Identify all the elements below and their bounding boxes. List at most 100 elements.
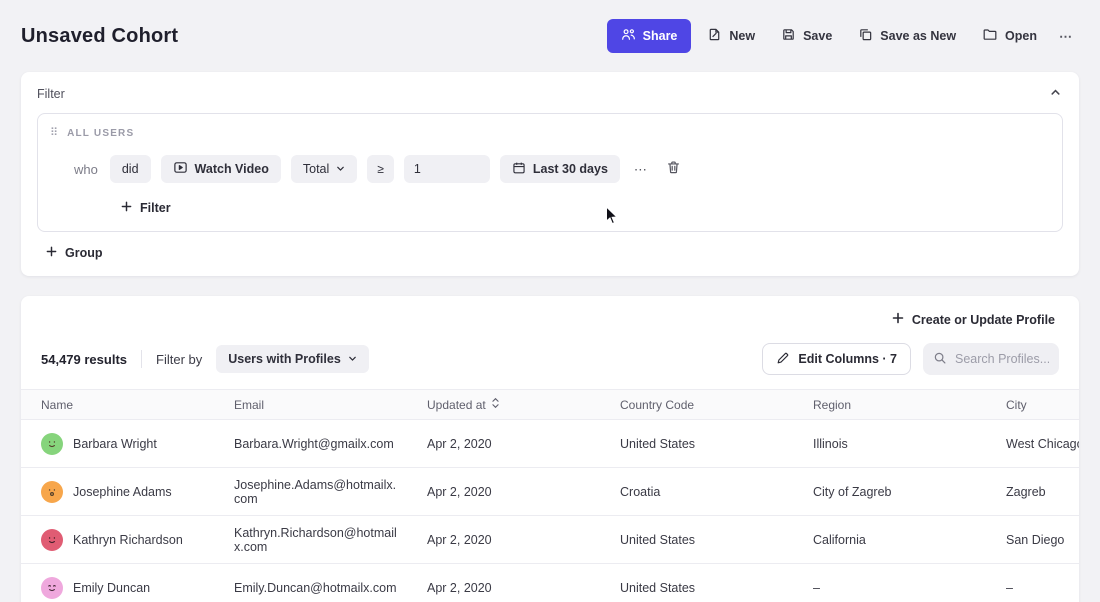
new-button[interactable]: New xyxy=(697,19,765,53)
table-header-row: Name Email Updated at Country Code Regio… xyxy=(21,390,1079,420)
avatar xyxy=(41,577,63,599)
save-button[interactable]: Save xyxy=(771,19,842,53)
add-group-button[interactable]: Group xyxy=(46,246,103,260)
profile-email: Kathryn.Richardson@hotmailx.com xyxy=(214,516,407,564)
more-icon: ⋯ xyxy=(634,163,648,176)
table-row[interactable]: Josephine Adams Josephine.Adams@hotmailx… xyxy=(21,468,1079,516)
filter-card: Filter ⠿ ALL USERS who did Watch Video xyxy=(21,72,1079,276)
add-group-label: Group xyxy=(65,246,103,260)
sort-icon xyxy=(491,397,500,412)
save-as-new-button[interactable]: Save as New xyxy=(848,19,966,53)
controls-right: Edit Columns · 7 xyxy=(762,343,1059,375)
profile-city: West Chicago xyxy=(986,420,1079,468)
event-label: Watch Video xyxy=(195,162,269,176)
search-box xyxy=(923,343,1059,375)
date-range-selector[interactable]: Last 30 days xyxy=(500,155,620,183)
who-label: who xyxy=(74,162,98,177)
plus-icon xyxy=(46,246,57,260)
calendar-icon xyxy=(512,161,526,178)
results-count: 54,479 results xyxy=(41,352,127,367)
profiles-table: Name Email Updated at Country Code Regio… xyxy=(21,389,1079,602)
more-icon: ⋯ xyxy=(1059,30,1073,43)
copy-icon xyxy=(858,27,873,45)
aggregation-label: Total xyxy=(303,162,329,176)
folder-icon xyxy=(982,27,998,45)
open-label: Open xyxy=(1005,29,1037,43)
profile-country-code: United States xyxy=(600,564,793,602)
table-row[interactable]: Emily Duncan Emily.Duncan@hotmailx.com A… xyxy=(21,564,1079,602)
open-button[interactable]: Open xyxy=(972,19,1047,53)
column-header-email[interactable]: Email xyxy=(214,390,407,420)
profile-email: Barbara.Wright@gmailx.com xyxy=(214,420,407,468)
profile-region: Illinois xyxy=(793,420,986,468)
profile-email: Josephine.Adams@hotmailx.com xyxy=(214,468,407,516)
profile-name: Emily Duncan xyxy=(73,581,150,595)
profile-country-code: United States xyxy=(600,420,793,468)
profile-city: Zagreb xyxy=(986,468,1079,516)
profile-region: California xyxy=(793,516,986,564)
operator-label: ≥ xyxy=(377,162,384,176)
chevron-down-icon xyxy=(336,162,345,176)
profile-name: Barbara Wright xyxy=(73,437,157,451)
chevron-down-icon xyxy=(348,352,357,366)
profile-updated-at: Apr 2, 2020 xyxy=(407,468,600,516)
filter-card-header: Filter xyxy=(21,72,1079,111)
save-icon xyxy=(781,27,796,45)
share-label: Share xyxy=(643,29,678,43)
column-header-country-code[interactable]: Country Code xyxy=(600,390,793,420)
search-icon xyxy=(933,351,947,370)
profile-name: Josephine Adams xyxy=(73,485,172,499)
video-icon xyxy=(173,160,188,178)
profile-region: City of Zagreb xyxy=(793,468,986,516)
table-row[interactable]: Kathryn Richardson Kathryn.Richardson@ho… xyxy=(21,516,1079,564)
share-button[interactable]: Share xyxy=(607,19,692,53)
date-range-label: Last 30 days xyxy=(533,162,608,176)
aggregation-selector[interactable]: Total xyxy=(291,155,357,183)
add-group-row: Group xyxy=(21,232,1079,276)
filter-card-title: Filter xyxy=(37,87,65,101)
save-as-new-label: Save as New xyxy=(880,29,956,43)
new-document-icon xyxy=(707,27,722,45)
avatar xyxy=(41,529,63,551)
profile-region: – xyxy=(793,564,986,602)
table-controls-row: 54,479 results Filter by Users with Prof… xyxy=(21,333,1079,389)
threshold-input[interactable] xyxy=(404,155,490,183)
collapse-filter-button[interactable] xyxy=(1048,84,1063,103)
table-row[interactable]: Barbara Wright Barbara.Wright@gmailx.com… xyxy=(21,420,1079,468)
toolbar: Share New Save Save as New Open ⋯ xyxy=(607,19,1079,53)
profile-country-code: Croatia xyxy=(600,468,793,516)
profile-country-code: United States xyxy=(600,516,793,564)
did-selector[interactable]: did xyxy=(110,155,151,183)
delete-condition-button[interactable] xyxy=(662,156,685,182)
edit-columns-button[interactable]: Edit Columns · 7 xyxy=(762,343,911,375)
condition-more-button[interactable]: ⋯ xyxy=(630,159,652,180)
filter-group-box: ⠿ ALL USERS who did Watch Video Total ≥ xyxy=(37,113,1063,232)
pencil-icon xyxy=(776,351,790,368)
profile-name: Kathryn Richardson xyxy=(73,533,183,547)
top-bar: Unsaved Cohort Share New Save Save as Ne… xyxy=(0,0,1100,56)
toolbar-more-button[interactable]: ⋯ xyxy=(1053,22,1079,51)
drag-handle-icon[interactable]: ⠿ xyxy=(50,128,58,139)
column-header-city[interactable]: City xyxy=(986,390,1079,420)
edit-columns-label: Edit Columns · 7 xyxy=(798,352,897,366)
share-icon xyxy=(621,27,636,45)
operator-selector[interactable]: ≥ xyxy=(367,155,394,183)
avatar xyxy=(41,433,63,455)
profile-updated-at: Apr 2, 2020 xyxy=(407,564,600,602)
did-label: did xyxy=(122,162,139,176)
save-label: Save xyxy=(803,29,832,43)
create-or-update-profile-button[interactable]: Create or Update Profile xyxy=(892,312,1055,327)
column-header-updated-at[interactable]: Updated at xyxy=(407,390,600,420)
filter-by-value: Users with Profiles xyxy=(228,352,341,366)
add-filter-button[interactable]: Filter xyxy=(121,201,171,215)
column-header-region[interactable]: Region xyxy=(793,390,986,420)
chevron-up-icon xyxy=(1050,86,1061,101)
filter-by-selector[interactable]: Users with Profiles xyxy=(216,345,369,373)
plus-icon xyxy=(121,201,132,215)
filter-condition-row: who did Watch Video Total ≥ xyxy=(74,155,1050,183)
avatar xyxy=(41,481,63,503)
column-header-name[interactable]: Name xyxy=(21,390,214,420)
create-row: Create or Update Profile xyxy=(21,296,1079,333)
profile-email: Emily.Duncan@hotmailx.com xyxy=(214,564,407,602)
event-selector[interactable]: Watch Video xyxy=(161,155,281,183)
